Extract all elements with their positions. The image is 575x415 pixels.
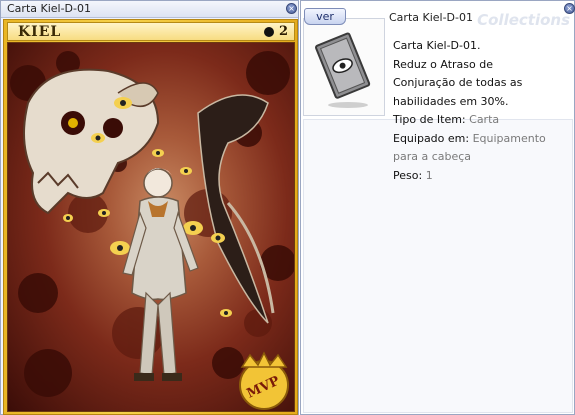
description-line: habilidades em 30%. xyxy=(393,94,509,108)
scythe-shape xyxy=(197,94,275,324)
slot-dot-icon xyxy=(264,27,274,37)
description-line: Conjuração de todas as xyxy=(393,76,523,89)
collections-watermark: Collections xyxy=(477,11,570,29)
skull-shape xyxy=(23,68,160,215)
card-frame: KIEL 2 MVP xyxy=(3,19,298,415)
equip-label: Equipado em: xyxy=(393,131,470,145)
equip-value: Equipamento xyxy=(472,131,546,145)
item-description: Carta Kiel-D-01. Reduz o Atraso de Conju… xyxy=(393,37,568,185)
item-type-label: Tipo de Item: xyxy=(393,113,466,126)
card-name: KIEL xyxy=(18,24,62,40)
item-name: Carta Kiel-D-01 xyxy=(389,11,473,24)
equip-row: Equipado em: Equipamento xyxy=(393,130,568,149)
card-window-titlebar[interactable]: Carta Kiel-D-01 xyxy=(1,1,298,18)
description-line: Carta Kiel-D-01. xyxy=(393,39,481,52)
ver-button[interactable]: ver xyxy=(304,8,346,25)
card-window-close-icon[interactable]: × xyxy=(286,3,297,14)
card-header: KIEL 2 xyxy=(7,22,295,41)
card-artwork: MVP xyxy=(7,42,295,412)
weight-label: Peso: xyxy=(393,168,423,182)
description-line: Reduz o Atraso de xyxy=(393,57,493,71)
weight-value: 1 xyxy=(425,168,433,182)
equip-value-continued: para a cabeça xyxy=(393,150,472,163)
item-image-box xyxy=(303,18,385,116)
card-window: Carta Kiel-D-01 × KIEL 2 MVP xyxy=(0,0,299,415)
slot-count: 2 xyxy=(278,24,288,39)
item-type-value: Carta xyxy=(469,113,500,126)
mvp-crown-icon: MVP xyxy=(239,351,289,410)
card-artwork-illustration: MVP xyxy=(10,51,294,410)
card-item-icon xyxy=(314,32,371,108)
item-type-row: Tipo de Item: Carta xyxy=(393,111,568,130)
info-window-close-icon[interactable]: × xyxy=(564,3,575,14)
card-window-title: Carta Kiel-D-01 xyxy=(7,2,91,15)
weight-row: Peso: 1 xyxy=(393,167,568,186)
item-info-window: Collections × ver Carta Kiel-D-01 Carta … xyxy=(300,0,575,415)
